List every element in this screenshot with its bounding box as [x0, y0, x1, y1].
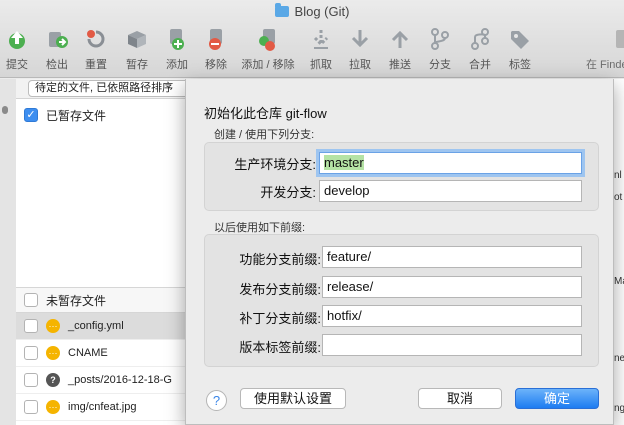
sidebar-scroll-indicator	[2, 106, 8, 114]
branch-button[interactable]: 分支	[418, 24, 462, 74]
reset-button[interactable]: 重置	[74, 24, 118, 74]
ok-button[interactable]: 确定	[515, 388, 599, 409]
hotfix-prefix-label: 补丁分支前缀:	[239, 311, 321, 326]
commit-button[interactable]: 提交	[0, 24, 39, 74]
unknown-status-icon: ?	[46, 373, 60, 387]
tag-icon	[511, 31, 529, 49]
staged-header-label: 已暂存文件	[46, 108, 107, 123]
file-name: img/cnfeat.jpg	[68, 401, 137, 413]
unstaged-header-label: 未暂存文件	[46, 293, 107, 308]
list-item[interactable]: ··· img/cnfeat.jpg	[16, 394, 206, 421]
version-tag-prefix-field[interactable]	[322, 334, 582, 356]
version-tag-prefix-label: 版本标签前缀:	[239, 340, 321, 355]
file-checkbox[interactable]	[24, 319, 38, 333]
sort-bar: 待定的文件, 已依照路径排序	[16, 79, 208, 99]
peek-text: nl	[614, 170, 622, 181]
pull-icon	[351, 30, 369, 48]
window-title: Blog (Git)	[0, 2, 624, 20]
remove-icon	[209, 29, 222, 50]
sidebar-strip	[0, 79, 16, 425]
feature-prefix-field[interactable]: feature/	[322, 246, 582, 268]
merge-button[interactable]: 合并	[458, 24, 502, 74]
cancel-button[interactable]: 取消	[418, 388, 502, 409]
production-branch-field[interactable]: master	[319, 152, 582, 174]
checkout-button[interactable]: 检出	[35, 24, 79, 74]
window-title-text: Blog (Git)	[294, 3, 350, 19]
pull-button[interactable]: 拉取	[338, 24, 382, 74]
fetch-button[interactable]: 抓取	[299, 24, 343, 74]
push-icon	[391, 30, 409, 48]
file-checkbox[interactable]	[24, 400, 38, 414]
remove-button[interactable]: 移除	[194, 24, 238, 74]
staged-checkbox[interactable]: ✓	[24, 108, 38, 122]
title-toolbar: Blog (Git) 提交 检出 重置 暂存 添加 移除 添加 / 移除 抓取 …	[0, 0, 624, 78]
push-button[interactable]: 推送	[378, 24, 422, 74]
file-name: _config.yml	[68, 320, 124, 332]
add-button[interactable]: 添加	[155, 24, 199, 74]
list-item[interactable]: ··· CNAME	[16, 340, 206, 367]
prefix-group: 功能分支前缀: feature/ 发布分支前缀: release/ 补丁分支前缀…	[204, 234, 599, 367]
show-in-finder-button[interactable]: 在 Finde	[586, 24, 624, 74]
prefix-caption: 以后使用如下前缀:	[214, 222, 306, 234]
add-remove-icon	[259, 29, 275, 51]
branches-caption: 创建 / 使用下列分支:	[214, 129, 315, 141]
unstaged-checkbox[interactable]	[24, 293, 38, 307]
git-flow-dialog: 初始化此仓库 git-flow 创建 / 使用下列分支: 生产环境分支: mas…	[185, 79, 614, 425]
file-name: _posts/2016-12-18-G	[68, 374, 172, 386]
fetch-icon	[313, 30, 329, 49]
add-icon	[170, 29, 184, 50]
modified-icon: ···	[46, 346, 60, 360]
add-remove-button[interactable]: 添加 / 移除	[241, 24, 295, 74]
peek-text: Ma	[614, 276, 624, 287]
file-checkbox[interactable]	[24, 346, 38, 360]
modified-icon: ···	[46, 400, 60, 414]
staged-files-header[interactable]: ✓ 已暂存文件	[16, 102, 206, 128]
dialog-title: 初始化此仓库 git-flow	[204, 106, 327, 121]
unstaged-files-header[interactable]: 未暂存文件	[16, 287, 206, 313]
sort-select[interactable]: 待定的文件, 已依照路径排序	[28, 80, 208, 97]
branch-icon	[431, 28, 449, 50]
finder-icon	[616, 30, 624, 48]
peek-text: ot	[614, 192, 623, 203]
production-branch-label: 生产环境分支:	[234, 157, 316, 172]
use-defaults-button[interactable]: 使用默认设置	[240, 388, 346, 409]
stash-button[interactable]: 暂存	[115, 24, 159, 74]
modified-icon: ···	[46, 319, 60, 333]
release-prefix-label: 发布分支前缀:	[239, 282, 321, 297]
develop-branch-field[interactable]: develop	[319, 180, 582, 202]
help-button[interactable]: ?	[206, 390, 227, 411]
feature-prefix-label: 功能分支前缀:	[239, 252, 321, 267]
branches-group: 生产环境分支: master 开发分支: develop	[204, 142, 599, 211]
file-name: CNAME	[68, 347, 108, 359]
merge-icon	[471, 28, 489, 50]
stash-icon	[128, 31, 146, 48]
reset-icon	[87, 30, 105, 48]
release-prefix-field[interactable]: release/	[322, 276, 582, 298]
peek-text: ng	[614, 403, 624, 414]
folder-icon	[274, 2, 289, 17]
commit-icon	[9, 31, 25, 49]
hotfix-prefix-field[interactable]: hotfix/	[322, 305, 582, 327]
checkout-icon	[49, 32, 68, 48]
tag-button[interactable]: 标签	[498, 24, 542, 74]
file-checkbox[interactable]	[24, 373, 38, 387]
develop-branch-label: 开发分支:	[260, 185, 316, 200]
list-item[interactable]: ? _posts/2016-12-18-G	[16, 367, 206, 394]
list-item[interactable]: ··· _config.yml	[16, 313, 206, 340]
peek-text: ne	[614, 353, 624, 364]
